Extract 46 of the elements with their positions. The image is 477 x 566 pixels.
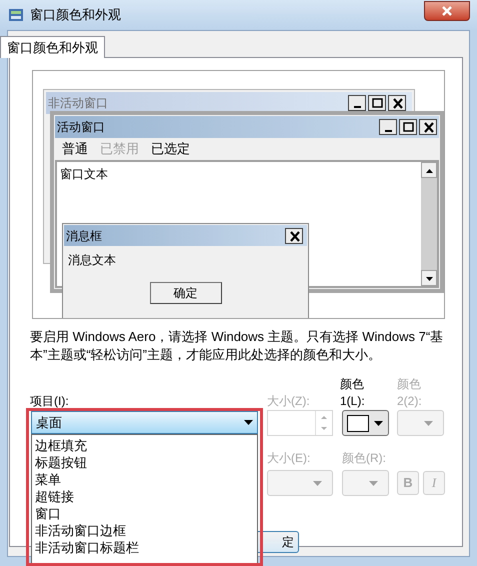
field-label: 颜色 1(L): <box>340 376 366 410</box>
ok-button[interactable]: 确定 <box>150 282 222 304</box>
caret-icon <box>424 420 433 426</box>
window-title: 活动窗口 <box>57 119 105 136</box>
window-title: 非活动窗口 <box>48 95 108 112</box>
dropdown-option[interactable]: 非活动窗口边框 <box>32 522 257 539</box>
item-dropdown[interactable]: 桌面 <box>31 411 258 434</box>
maximize-icon[interactable] <box>399 119 417 135</box>
description-text: 要启用 Windows Aero，请选择 Windows 主题。只有选择 Windows 7“基本”主题或“轻松访问”主题，才能应用此处选择的颜色和大小。 <box>30 328 444 364</box>
close-button[interactable] <box>424 1 470 21</box>
close-icon[interactable] <box>285 228 303 244</box>
color-picker-button[interactable] <box>342 410 389 436</box>
field-label: 大小(Z): <box>267 393 311 410</box>
minimize-icon[interactable] <box>379 119 397 135</box>
close-icon[interactable] <box>419 119 437 135</box>
app-icon <box>8 8 24 22</box>
menu-item[interactable]: 普通 <box>62 139 88 159</box>
window-title: 窗口颜色和外观 <box>30 6 121 24</box>
scroll-up-icon[interactable] <box>421 162 437 178</box>
dropdown-option[interactable]: 标题按钮 <box>32 454 257 471</box>
scroll-down-icon[interactable] <box>421 270 437 286</box>
maximize-icon[interactable] <box>368 95 386 111</box>
field-label: 项目(I): <box>30 393 70 410</box>
field-label: 颜色(R): <box>342 450 387 467</box>
message-text: 消息文本 <box>68 252 117 269</box>
caret-icon <box>374 420 383 426</box>
field-label: 大小(E): <box>267 450 312 467</box>
tab[interactable]: 窗口颜色和外观 <box>0 36 105 58</box>
close-icon <box>441 6 453 16</box>
caret-icon <box>369 480 378 486</box>
menu-item[interactable]: 已选定 <box>151 139 190 159</box>
caret-icon <box>244 420 253 425</box>
dropdown-option[interactable]: 超链接 <box>32 488 257 505</box>
dropdown-option[interactable]: 菜单 <box>32 471 257 488</box>
close-icon[interactable] <box>388 95 406 111</box>
minimize-icon[interactable] <box>348 95 366 111</box>
dropdown-option[interactable]: 边框填充 <box>32 437 257 454</box>
ok-button[interactable]: 定 <box>257 531 299 553</box>
dropdown-value: 桌面 <box>36 414 62 432</box>
window-text: 窗口文本 <box>60 167 108 181</box>
field-label: 颜色 2(2): <box>397 376 423 410</box>
dropdown-option[interactable]: 窗口 <box>32 505 257 522</box>
dropdown-option[interactable]: 非活动窗口标题栏 <box>32 539 257 556</box>
window-title: 消息框 <box>66 228 102 244</box>
caret-icon <box>313 480 322 486</box>
color-swatch <box>347 414 369 432</box>
